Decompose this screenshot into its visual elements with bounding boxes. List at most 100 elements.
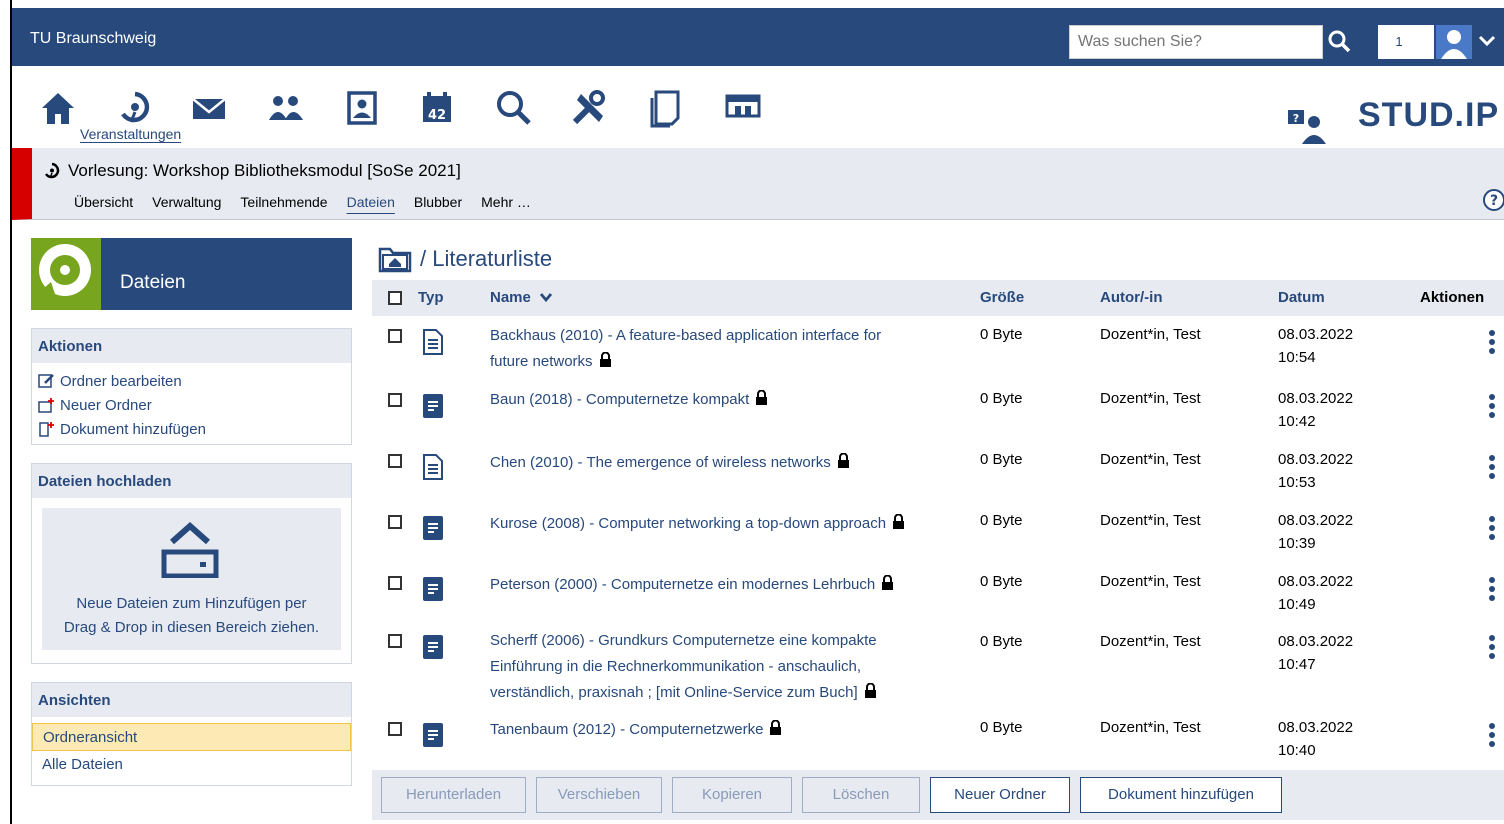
new-folder-button[interactable]: Neuer Ordner	[930, 777, 1070, 813]
move-button[interactable]: Verschieben	[536, 777, 662, 813]
table-row[interactable]: Chen (2010) - The emergence of wireless …	[372, 448, 1504, 502]
studip-logo[interactable]: STUD.IP	[1358, 96, 1499, 135]
row-checkbox[interactable]	[388, 634, 402, 648]
add-document-label: Dokument hinzufügen	[60, 420, 206, 438]
more-actions-icon[interactable]	[1488, 454, 1496, 480]
table-row[interactable]: Kurose (2008) - Computer networking a to…	[372, 509, 1504, 563]
more-actions-icon[interactable]	[1488, 393, 1496, 419]
table-row[interactable]: Peterson (2000) - Computernetze ein mode…	[372, 570, 1504, 624]
community-icon[interactable]	[266, 88, 306, 128]
col-type[interactable]: Typ	[418, 289, 444, 306]
chevron-down-icon[interactable]	[1478, 34, 1496, 48]
more-actions-icon[interactable]	[1488, 515, 1496, 541]
notification-badge[interactable]: 1	[1378, 25, 1434, 59]
lock-icon	[893, 514, 905, 529]
courses-icon[interactable]	[115, 88, 155, 128]
table-row[interactable]: Baun (2018) - Computernetze kompakt 0 By…	[372, 387, 1504, 441]
sidebar-header: Dateien	[31, 238, 352, 310]
file-size: 0 Byte	[980, 573, 1023, 590]
avatar[interactable]	[1436, 25, 1472, 59]
edit-folder-link[interactable]: Ordner bearbeiten	[32, 369, 351, 393]
file-author[interactable]: Dozent*in, Test	[1100, 716, 1201, 739]
table-row[interactable]: Scherff (2006) - Grundkurs Computernetze…	[372, 628, 1504, 708]
row-checkbox[interactable]	[388, 393, 402, 407]
file-date: 08.03.2022 10:39	[1278, 512, 1354, 552]
tab-blubber[interactable]: Blubber	[414, 194, 462, 210]
add-document-button[interactable]: Dokument hinzufügen	[1080, 777, 1282, 813]
file-author[interactable]: Dozent*in, Test	[1100, 387, 1201, 410]
search-icon[interactable]	[1326, 28, 1354, 56]
file-name-link[interactable]: Tanenbaum (2012) - Computernetzwerke	[490, 717, 960, 743]
file-name-link[interactable]: Backhaus (2010) - A feature-based applic…	[490, 323, 960, 375]
home-icon[interactable]	[38, 88, 78, 128]
row-checkbox[interactable]	[388, 576, 402, 590]
col-date[interactable]: Datum	[1278, 289, 1325, 306]
folder-home-icon[interactable]	[378, 245, 412, 273]
sidebar-views: Ansichten Ordneransicht Alle Dateien	[31, 682, 352, 786]
view-folder[interactable]: Ordneransicht	[32, 723, 351, 751]
select-all-checkbox[interactable]	[388, 291, 402, 305]
delete-button[interactable]: Löschen	[802, 777, 920, 813]
tab-verwaltung[interactable]: Verwaltung	[152, 194, 221, 210]
breadcrumb-folder[interactable]: / Literaturliste	[420, 246, 552, 272]
site-brand[interactable]: TU Braunschweig	[30, 30, 156, 48]
more-actions-icon[interactable]	[1488, 576, 1496, 602]
schedule-icon[interactable]: 42	[417, 88, 457, 128]
view-all-files[interactable]: Alle Dateien	[32, 751, 351, 779]
help-icon[interactable]: ?	[1482, 188, 1504, 212]
file-date: 08.03.2022 10:49	[1278, 573, 1354, 613]
nav-label-courses[interactable]: Veranstaltungen	[80, 126, 181, 142]
file-name-link[interactable]: Scherff (2006) - Grundkurs Computernetze…	[490, 628, 960, 706]
more-actions-icon[interactable]	[1488, 634, 1496, 660]
file-name-link[interactable]: Baun (2018) - Computernetze kompakt	[490, 387, 960, 413]
col-size[interactable]: Größe	[980, 289, 1024, 306]
table-row[interactable]: Backhaus (2010) - A feature-based applic…	[372, 323, 1504, 377]
add-document-link[interactable]: Dokument hinzufügen	[32, 417, 351, 441]
search-icon[interactable]	[494, 88, 534, 128]
col-author[interactable]: Autor/-in	[1100, 289, 1162, 306]
file-name-link[interactable]: Kurose (2008) - Computer networking a to…	[490, 511, 970, 537]
add-document-icon	[39, 422, 54, 437]
file-drop-zone[interactable]: Neue Dateien zum Hinzufügen per Drag & D…	[42, 508, 341, 650]
new-folder-link[interactable]: Neuer Ordner	[32, 393, 351, 417]
more-actions-icon[interactable]	[1488, 722, 1496, 748]
table-row[interactable]: Tanenbaum (2012) - Computernetzwerke 0 B…	[372, 716, 1504, 768]
help-people-icon[interactable]: ?	[1288, 106, 1332, 144]
col-actions: Aktionen	[1420, 289, 1485, 306]
lock-icon	[756, 390, 768, 405]
search-input[interactable]	[1069, 25, 1323, 59]
document-icon	[423, 454, 443, 480]
tab-mehr[interactable]: Mehr …	[481, 194, 531, 210]
file-name-link[interactable]: Chen (2010) - The emergence of wireless …	[490, 450, 960, 476]
file-author[interactable]: Dozent*in, Test	[1100, 323, 1201, 346]
upload-title: Dateien hochladen	[32, 464, 351, 498]
row-checkbox[interactable]	[388, 722, 402, 736]
copy-button[interactable]: Kopieren	[672, 777, 792, 813]
row-checkbox[interactable]	[388, 515, 402, 529]
file-author[interactable]: Dozent*in, Test	[1100, 448, 1201, 471]
file-size: 0 Byte	[980, 326, 1023, 343]
mail-icon[interactable]	[189, 88, 229, 128]
profile-icon[interactable]	[342, 88, 382, 128]
files-icon[interactable]	[646, 88, 686, 128]
sidebar-upload: Dateien hochladen Neue Dateien zum Hinzu…	[31, 463, 352, 664]
tab-dateien[interactable]: Dateien	[347, 194, 395, 210]
tools-icon[interactable]	[569, 88, 609, 128]
more-actions-icon[interactable]	[1488, 329, 1496, 355]
tab-teilnehmende[interactable]: Teilnehmende	[240, 194, 327, 210]
file-author[interactable]: Dozent*in, Test	[1100, 509, 1201, 532]
download-button[interactable]: Herunterladen	[381, 777, 526, 813]
tab-uebersicht[interactable]: Übersicht	[74, 194, 133, 210]
row-checkbox[interactable]	[388, 329, 402, 343]
course-title-text: Vorlesung: Workshop Bibliotheksmodul [So…	[68, 161, 461, 180]
file-author[interactable]: Dozent*in, Test	[1100, 570, 1201, 593]
col-name[interactable]: Name	[490, 289, 553, 306]
actions-title: Aktionen	[32, 329, 351, 363]
svg-text:?: ?	[1293, 112, 1299, 125]
admin-icon[interactable]	[723, 88, 763, 128]
file-author[interactable]: Dozent*in, Test	[1100, 630, 1201, 653]
file-name-link[interactable]: Peterson (2000) - Computernetze ein mode…	[490, 572, 960, 598]
row-checkbox[interactable]	[388, 454, 402, 468]
upload-icon	[161, 521, 219, 578]
file-date: 08.03.2022 10:54	[1278, 326, 1354, 366]
